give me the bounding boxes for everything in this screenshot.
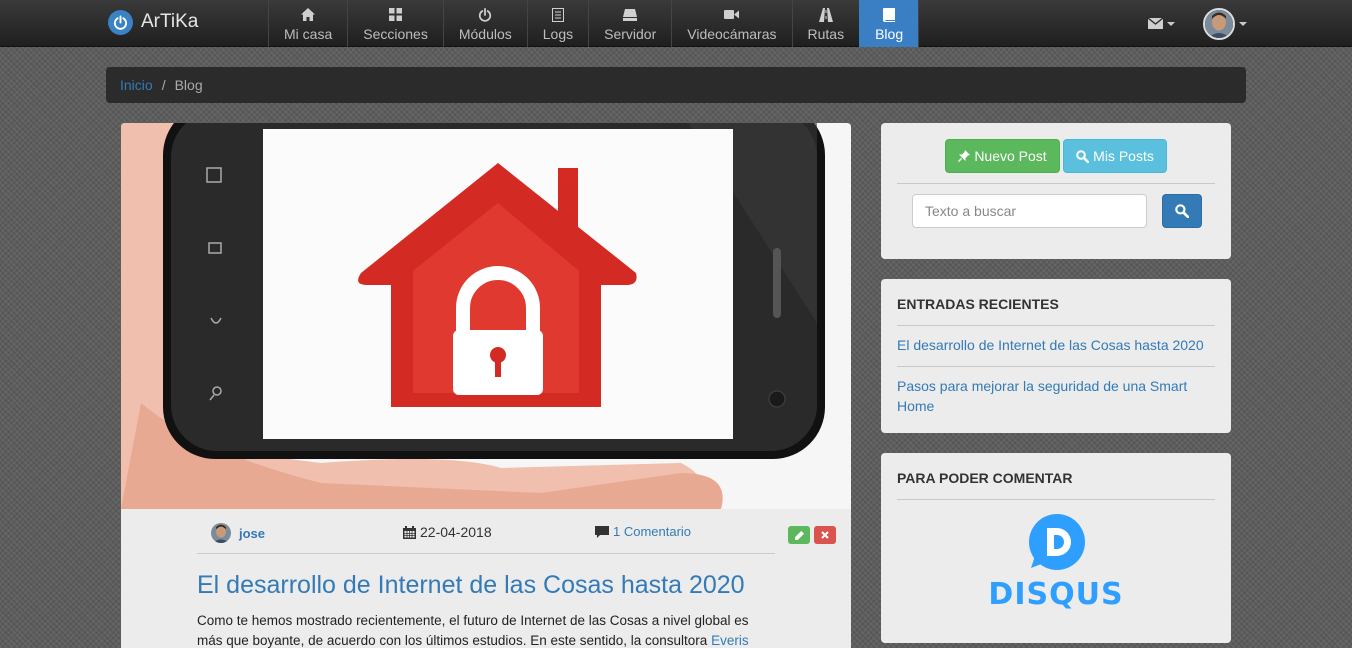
nav-label: Blog [875,25,904,42]
nav-item-rutas[interactable]: Rutas [791,0,860,47]
divider [897,325,1215,326]
nav-item-mi-casa[interactable]: Mi casa [268,0,347,47]
home-icon [301,6,316,24]
new-post-button[interactable]: Nuevo Post [945,139,1060,173]
pushpin-icon [958,150,971,162]
nav-item-secciones[interactable]: Secciones [347,0,443,47]
post-date: 22-04-2018 [403,524,492,540]
nav-item-videocamaras[interactable]: Videocámaras [671,0,791,47]
search-icon [1175,204,1189,218]
book-icon [883,6,896,24]
nav-right [1147,0,1247,47]
nav-label: Logs [542,25,574,42]
divider [897,183,1215,184]
search-icon [1076,149,1090,163]
recent-post-link[interactable]: Pasos para mejorar la seguridad de una S… [897,376,1207,416]
nav-label: Videocámaras [687,25,777,42]
envelope-icon [1147,16,1164,32]
top-navbar: ArTiKa Mi casa Secciones Módulos Logs Se… [0,0,1352,47]
breadcrumb-separator: / [161,77,166,93]
post-author[interactable]: jose [211,523,265,543]
post-title[interactable]: El desarrollo de Internet de las Cosas h… [197,571,745,600]
nav-label: Secciones [363,25,428,42]
grid-icon [389,6,403,24]
comments-heading: PARA PODER COMENTAR [897,470,1073,486]
recent-post-link[interactable]: El desarrollo de Internet de las Cosas h… [897,335,1207,355]
post-author-link[interactable]: jose [239,526,265,541]
avatar [211,523,231,543]
post-meta: jose 22-04-2018 1 Comentario [197,509,775,554]
breadcrumb-current: Blog [174,77,203,93]
my-posts-button[interactable]: Mis Posts [1063,139,1167,173]
breadcrumb-home-link[interactable]: Inicio [120,77,153,93]
post-actions [788,526,836,544]
search-button[interactable] [1162,194,1202,228]
power-icon [478,6,492,24]
sidebar-actions-panel: Nuevo Post Mis Posts [881,123,1231,259]
nav-item-servidor[interactable]: Servidor [588,0,671,47]
nav-item-modulos[interactable]: Módulos [442,0,527,47]
nav-label: Rutas [807,25,845,42]
new-post-label: Nuevo Post [974,148,1047,164]
nav-label: Mi casa [284,25,333,42]
post-excerpt: Como te hemos mostrado recientemente, el… [197,611,767,648]
list-icon [551,6,564,24]
chevron-down-icon [1239,21,1247,26]
nav-label: Servidor [604,25,657,42]
server-icon [623,6,638,24]
post-featured-image[interactable] [121,123,851,509]
brand-name: ArTiKa [141,11,199,32]
search-input[interactable] [912,194,1147,228]
calendar-icon [403,525,416,539]
road-icon [818,6,833,24]
my-posts-label: Mis Posts [1093,148,1154,164]
edit-post-button[interactable] [788,526,810,544]
post-excerpt-link[interactable]: Everis [711,633,749,648]
nav-item-blog[interactable]: Blog [859,0,920,47]
post-comments[interactable]: 1 Comentario [595,524,691,539]
recent-posts-panel: ENTRADAS RECIENTES El desarrollo de Inte… [881,279,1231,433]
comments-panel: PARA PODER COMENTAR DISQUS [881,453,1231,643]
pencil-icon [794,530,804,540]
brand[interactable]: ArTiKa [108,9,198,35]
nav-item-logs[interactable]: Logs [526,0,588,47]
recent-posts-heading: ENTRADAS RECIENTES [897,296,1059,312]
main-nav: Mi casa Secciones Módulos Logs Servidor [268,0,920,47]
disqus-icon [1029,514,1085,570]
close-icon [821,531,829,539]
divider [897,499,1215,500]
post-excerpt-text: Como te hemos mostrado recientemente, el… [197,613,749,648]
user-menu[interactable] [1203,7,1247,40]
chevron-down-icon [1167,21,1175,26]
nav-label: Módulos [458,25,512,42]
power-icon [108,9,133,35]
disqus-wordmark: DISQUS [988,577,1124,612]
post-comments-link[interactable]: 1 Comentario [613,524,691,539]
breadcrumb: Inicio / Blog [106,67,1246,103]
divider [897,366,1215,367]
disqus-logo[interactable]: DISQUS [981,513,1131,618]
post-date-text: 22-04-2018 [420,524,492,540]
blog-post-card: jose 22-04-2018 1 Comentario El desarrol… [121,123,851,648]
avatar [1203,7,1235,40]
messages-dropdown[interactable] [1147,16,1175,32]
video-camera-icon [724,6,740,24]
delete-post-button[interactable] [814,526,836,544]
comment-icon [595,525,609,538]
